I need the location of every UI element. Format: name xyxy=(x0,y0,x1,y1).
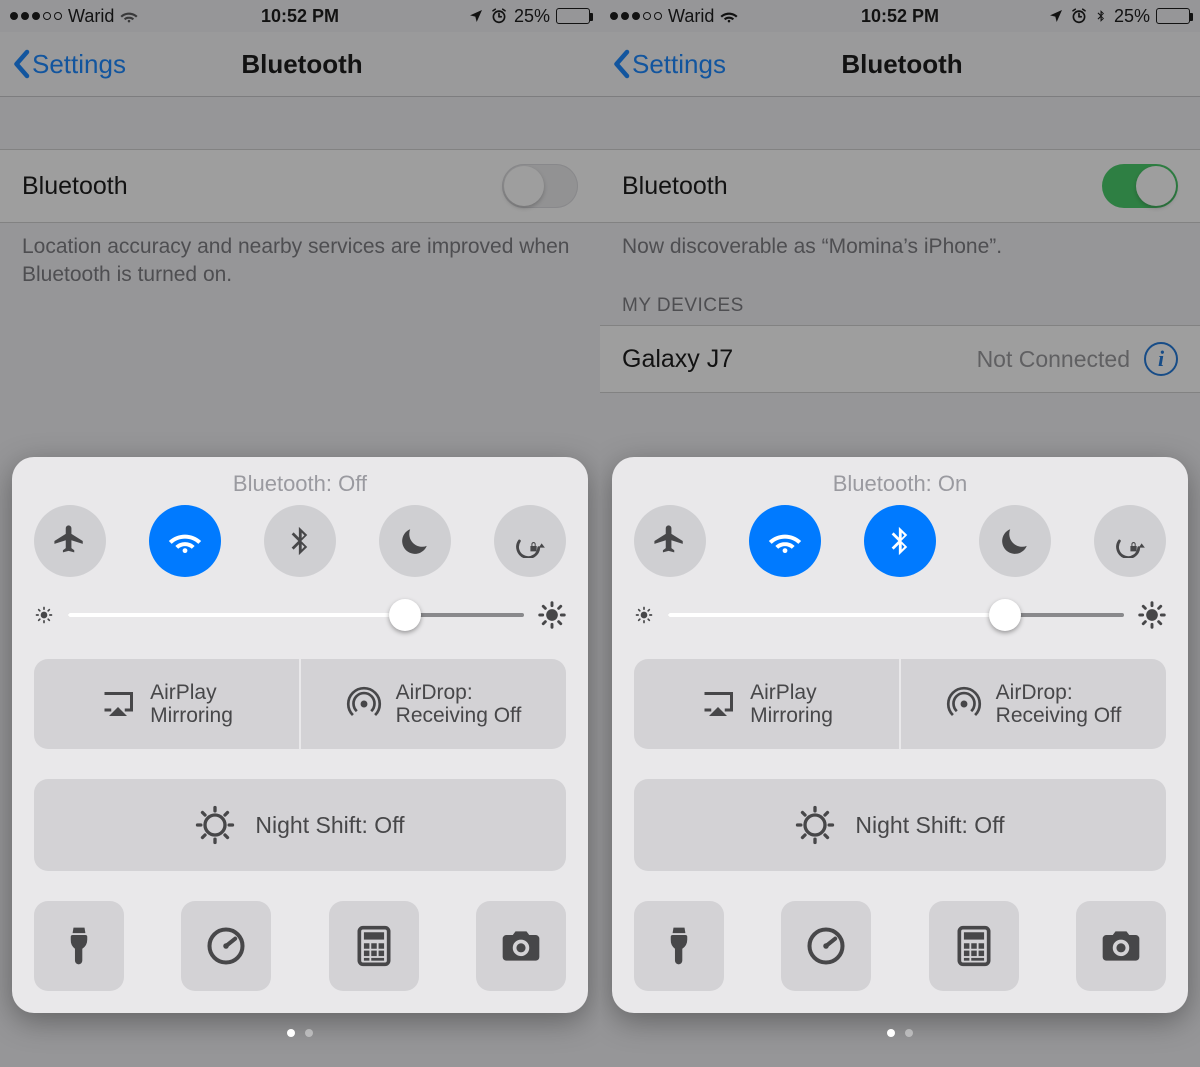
wifi-icon xyxy=(768,524,802,558)
airdrop-icon xyxy=(346,686,382,722)
clock: 10:52 PM xyxy=(861,6,939,27)
device-name: Galaxy J7 xyxy=(622,345,977,374)
brightness-high-icon xyxy=(538,601,566,629)
camera-button[interactable] xyxy=(1076,901,1166,991)
airplay-button[interactable]: AirPlayMirroring xyxy=(34,659,299,749)
page-indicator xyxy=(600,1029,1200,1037)
alarm-icon xyxy=(1070,7,1088,25)
carrier-label: Warid xyxy=(668,6,714,27)
device-row[interactable]: Galaxy J7 Not Connected i xyxy=(600,325,1200,393)
flashlight-button[interactable] xyxy=(634,901,724,991)
calculator-button[interactable] xyxy=(329,901,419,991)
clock: 10:52 PM xyxy=(261,6,339,27)
section-header-devices: MY DEVICES xyxy=(600,271,1200,325)
calculator-icon xyxy=(352,924,396,968)
bluetooth-row: Bluetooth xyxy=(0,149,600,223)
airdrop-button[interactable]: AirDrop:Receiving Off xyxy=(301,659,566,749)
cc-status-label: Bluetooth: Off xyxy=(34,471,566,497)
timer-icon xyxy=(204,924,248,968)
airplane-icon xyxy=(53,524,87,558)
timer-button[interactable] xyxy=(781,901,871,991)
brightness-low-icon xyxy=(634,605,654,625)
wifi-icon xyxy=(720,7,738,25)
flashlight-button[interactable] xyxy=(34,901,124,991)
nightshift-icon xyxy=(795,805,835,845)
airplay-icon xyxy=(700,686,736,722)
bluetooth-label: Bluetooth xyxy=(622,172,728,201)
brightness-slider[interactable] xyxy=(634,601,1166,629)
cc-status-label: Bluetooth: On xyxy=(634,471,1166,497)
bluetooth-desc: Location accuracy and nearby services ar… xyxy=(0,223,600,300)
orientation-lock-icon xyxy=(1113,524,1147,558)
timer-icon xyxy=(804,924,848,968)
camera-button[interactable] xyxy=(476,901,566,991)
calculator-icon xyxy=(952,924,996,968)
control-center: Bluetooth: On AirPlayMirroring AirDrop:R… xyxy=(612,457,1188,1013)
bluetooth-toggle[interactable] xyxy=(1102,164,1178,208)
signal-dots-icon xyxy=(610,12,662,20)
bluetooth-row: Bluetooth xyxy=(600,149,1200,223)
airdrop-button[interactable]: AirDrop:Receiving Off xyxy=(901,659,1166,749)
bluetooth-icon xyxy=(883,524,917,558)
bluetooth-icon xyxy=(283,524,317,558)
battery-icon xyxy=(1156,8,1190,24)
brightness-low-icon xyxy=(34,605,54,625)
camera-icon xyxy=(499,924,543,968)
location-icon xyxy=(468,8,484,24)
flashlight-icon xyxy=(657,924,701,968)
nav-bar: Settings Bluetooth xyxy=(0,32,600,97)
info-icon[interactable]: i xyxy=(1144,342,1178,376)
alarm-icon xyxy=(490,7,508,25)
wifi-icon xyxy=(168,524,202,558)
airplane-toggle[interactable] xyxy=(34,505,106,577)
status-bar: Warid 10:52 PM 25% xyxy=(0,0,600,32)
brightness-slider[interactable] xyxy=(34,601,566,629)
moon-icon xyxy=(398,524,432,558)
battery-pct: 25% xyxy=(514,6,550,27)
flashlight-icon xyxy=(57,924,101,968)
battery-pct: 25% xyxy=(1114,6,1150,27)
screen-right: Warid 10:52 PM 25% Settings Bluetooth Bl… xyxy=(600,0,1200,1067)
brightness-high-icon xyxy=(1138,601,1166,629)
signal-dots-icon xyxy=(10,12,62,20)
airplay-button[interactable]: AirPlayMirroring xyxy=(634,659,899,749)
airplane-toggle[interactable] xyxy=(634,505,706,577)
calculator-button[interactable] xyxy=(929,901,1019,991)
wifi-toggle[interactable] xyxy=(749,505,821,577)
orientation-lock-toggle[interactable] xyxy=(1094,505,1166,577)
camera-icon xyxy=(1099,924,1143,968)
orientation-lock-toggle[interactable] xyxy=(494,505,566,577)
nightshift-button[interactable]: Night Shift: Off xyxy=(34,779,566,871)
orientation-lock-icon xyxy=(513,524,547,558)
bluetooth-toggle[interactable] xyxy=(864,505,936,577)
bluetooth-icon xyxy=(1094,7,1108,25)
bluetooth-toggle[interactable] xyxy=(264,505,336,577)
wifi-icon xyxy=(120,7,138,25)
dnd-toggle[interactable] xyxy=(979,505,1051,577)
status-bar: Warid 10:52 PM 25% xyxy=(600,0,1200,32)
wifi-toggle[interactable] xyxy=(149,505,221,577)
page-title: Bluetooth xyxy=(16,49,588,80)
nightshift-button[interactable]: Night Shift: Off xyxy=(634,779,1166,871)
bluetooth-label: Bluetooth xyxy=(22,172,128,201)
device-status: Not Connected xyxy=(977,346,1130,373)
timer-button[interactable] xyxy=(181,901,271,991)
screen-left: Warid 10:52 PM 25% Settings Bluetooth Bl… xyxy=(0,0,600,1067)
airplay-icon xyxy=(100,686,136,722)
battery-icon xyxy=(556,8,590,24)
nightshift-icon xyxy=(195,805,235,845)
page-title: Bluetooth xyxy=(616,49,1188,80)
bluetooth-toggle[interactable] xyxy=(502,164,578,208)
control-center: Bluetooth: Off AirPlayMirroring AirDrop:… xyxy=(12,457,588,1013)
page-indicator xyxy=(0,1029,600,1037)
location-icon xyxy=(1048,8,1064,24)
moon-icon xyxy=(998,524,1032,558)
bluetooth-desc: Now discoverable as “Momina’s iPhone”. xyxy=(600,223,1200,271)
airplane-icon xyxy=(653,524,687,558)
airdrop-icon xyxy=(946,686,982,722)
carrier-label: Warid xyxy=(68,6,114,27)
dnd-toggle[interactable] xyxy=(379,505,451,577)
nav-bar: Settings Bluetooth xyxy=(600,32,1200,97)
